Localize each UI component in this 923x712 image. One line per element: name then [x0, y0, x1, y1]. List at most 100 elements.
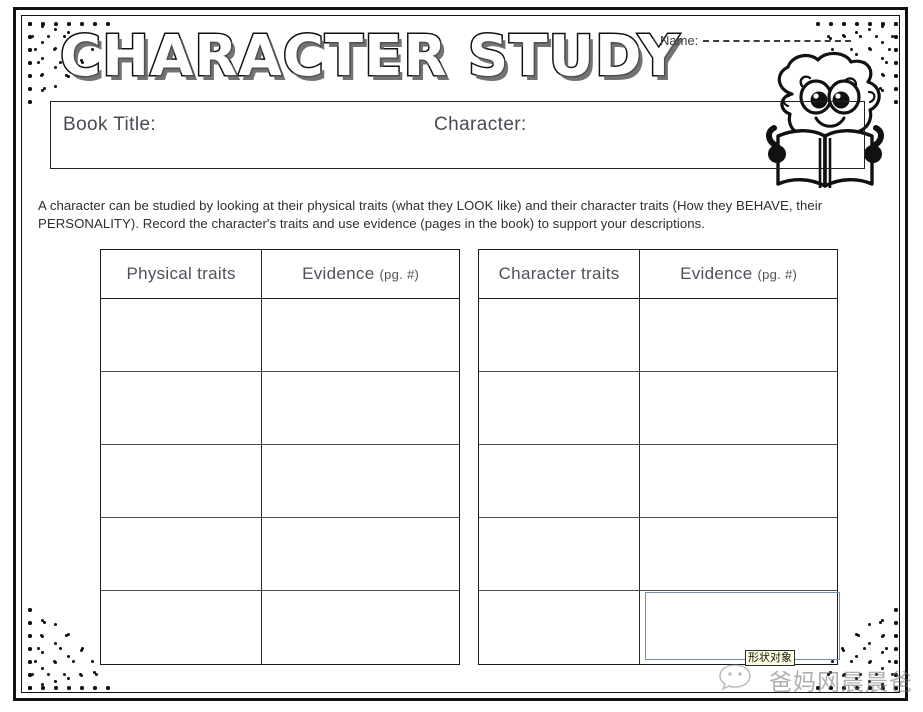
decorative-dot — [28, 660, 32, 664]
decorative-dot — [894, 608, 898, 612]
table-row[interactable] — [479, 518, 837, 591]
character-label: Character: — [434, 114, 527, 135]
decorative-dot — [829, 22, 833, 26]
table-cell[interactable] — [262, 372, 459, 444]
decorative-dot — [40, 634, 43, 637]
table-header-label: Character traits — [498, 264, 620, 283]
decorative-dot — [54, 686, 58, 690]
wechat-bubble-icon — [718, 662, 764, 697]
table-row[interactable] — [479, 372, 837, 445]
decorative-dot — [28, 74, 32, 78]
table-row[interactable] — [479, 299, 837, 372]
decorative-dot — [894, 647, 898, 651]
table-cell[interactable] — [262, 518, 459, 590]
decorative-dot — [37, 647, 40, 650]
table-cell[interactable] — [640, 518, 837, 590]
decorative-dot — [93, 671, 96, 674]
decorative-dot — [28, 100, 32, 104]
decorative-dot — [857, 634, 860, 637]
table-header-cell: Character traits — [479, 250, 641, 298]
decorative-dot — [80, 674, 83, 677]
decorative-dot — [885, 647, 888, 650]
decorative-dot — [842, 649, 845, 652]
decorative-dot — [80, 686, 84, 690]
table-cell[interactable] — [640, 372, 837, 444]
decorative-dot — [28, 647, 32, 651]
decorative-dot — [40, 74, 43, 77]
decorative-dot — [37, 61, 40, 64]
decorative-dot — [67, 655, 70, 658]
table-row[interactable] — [101, 591, 459, 664]
decorative-dot — [28, 634, 32, 638]
decorative-dot — [28, 22, 32, 26]
table-cell[interactable] — [262, 299, 459, 371]
decorative-dot — [80, 649, 83, 652]
table-header-row: Character traits Evidence (pg. #) — [479, 250, 837, 299]
table-cell[interactable] — [479, 591, 641, 664]
physical-traits-table[interactable]: Physical traits Evidence (pg. #) — [100, 249, 460, 665]
table-header-sublabel: (pg. #) — [757, 267, 798, 282]
decorative-dot — [863, 647, 866, 650]
table-cell[interactable] — [101, 299, 263, 371]
table-cell[interactable] — [479, 372, 641, 444]
decorative-dot — [882, 634, 885, 637]
book-title-character-box[interactable]: Book Title: Character: — [50, 101, 865, 169]
table-cell[interactable] — [262, 591, 459, 664]
table-header-cell: Evidence (pg. #) — [262, 250, 459, 298]
table-row[interactable] — [101, 445, 459, 518]
table-cell[interactable] — [262, 445, 459, 517]
decorative-dot — [28, 87, 32, 91]
table-header-row: Physical traits Evidence (pg. #) — [101, 250, 459, 299]
decorative-dot — [93, 686, 97, 690]
table-row[interactable] — [101, 299, 459, 372]
decorative-dot — [894, 621, 898, 625]
decorative-dot — [59, 647, 62, 650]
table-header-sublabel: (pg. #) — [379, 267, 420, 282]
book-title-label: Book Title: — [63, 114, 157, 135]
decorative-dot — [894, 22, 898, 26]
decorative-dot — [894, 35, 898, 39]
table-cell[interactable] — [640, 445, 837, 517]
table-cell[interactable] — [640, 299, 837, 371]
table-cell[interactable] — [479, 445, 641, 517]
table-header-label: Physical traits — [126, 264, 236, 283]
decorative-dot — [65, 634, 68, 637]
table-cell[interactable] — [101, 372, 263, 444]
name-write-line[interactable] — [703, 39, 852, 42]
decorative-dot — [41, 686, 45, 690]
table-cell[interactable] — [479, 518, 641, 590]
instructions-paragraph: A character can be studied by looking at… — [38, 198, 823, 231]
decorative-dot — [855, 31, 858, 34]
table-row[interactable] — [479, 445, 837, 518]
table-header-cell: Evidence (pg. #) — [640, 250, 837, 298]
table-cell[interactable] — [479, 299, 641, 371]
decorative-dot — [28, 48, 32, 52]
watermark-text: 爸妈网晨晨爸 — [769, 669, 913, 696]
decorative-dot — [54, 22, 58, 26]
table-cell[interactable] — [101, 445, 263, 517]
character-traits-table[interactable]: Character traits Evidence (pg. #) — [478, 249, 838, 665]
decorative-dot — [28, 621, 32, 625]
decorative-dot — [868, 22, 872, 26]
decorative-dot — [67, 677, 70, 680]
table-header-label: Evidence (pg. #) — [680, 264, 798, 283]
worksheet-page: CHARACTER STUDY Name: Book Title: Charac… — [0, 0, 923, 712]
decorative-dot — [879, 621, 882, 624]
name-label: Name: — [660, 33, 699, 48]
decorative-dot — [894, 634, 898, 638]
decorative-dot — [28, 61, 32, 65]
name-field-row: Name: — [660, 33, 852, 48]
decorative-dot — [43, 87, 46, 90]
table-cell[interactable] — [101, 518, 263, 590]
decorative-dot — [67, 686, 71, 690]
table-cell[interactable] — [640, 591, 837, 664]
decorative-dot — [855, 655, 858, 658]
decorative-dot — [855, 22, 859, 26]
decorative-dot — [28, 608, 32, 612]
table-cell[interactable] — [101, 591, 263, 664]
decorative-dot — [842, 22, 846, 26]
table-row[interactable] — [101, 518, 459, 591]
decorative-dot — [43, 621, 46, 624]
table-row[interactable] — [101, 372, 459, 445]
page-title: CHARACTER STUDY — [59, 24, 681, 89]
